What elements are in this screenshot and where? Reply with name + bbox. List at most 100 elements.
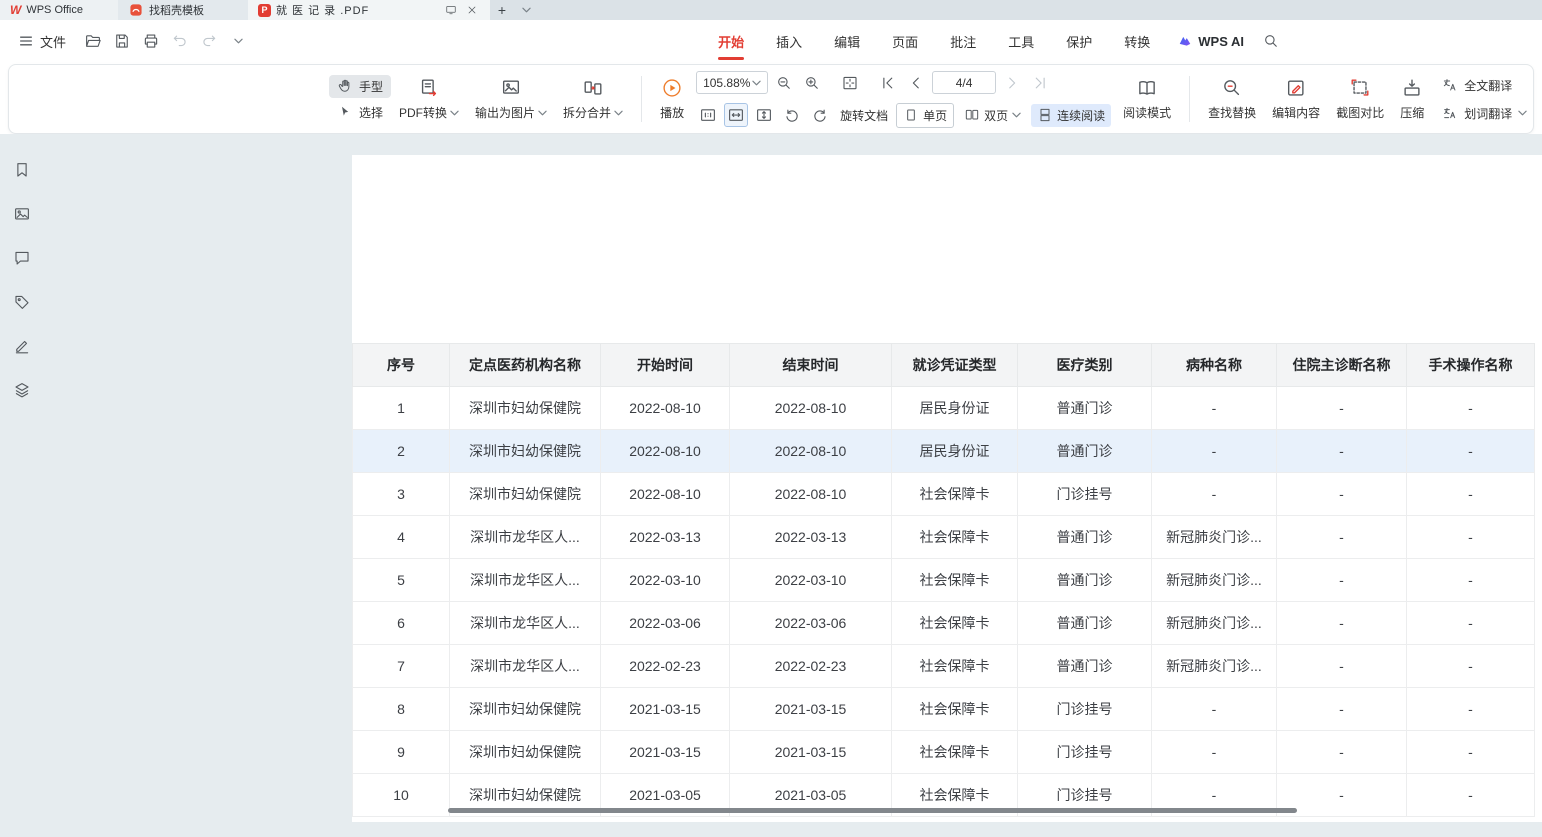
- word-translate-button[interactable]: 划词翻译: [1434, 102, 1534, 125]
- tags-panel-button[interactable]: [10, 290, 34, 314]
- monitor-icon[interactable]: [443, 2, 459, 18]
- full-translate-button[interactable]: 全文翻译: [1434, 74, 1534, 97]
- word-translate-icon: [1442, 105, 1458, 121]
- table-cell: 2022-08-10: [730, 430, 892, 473]
- zoom-in-button[interactable]: [800, 71, 824, 95]
- wps-ai-label: WPS AI: [1198, 34, 1244, 49]
- fit-width-icon: [727, 106, 745, 124]
- hand-tool-button[interactable]: 手型: [329, 75, 391, 98]
- rotate-doc-label[interactable]: 旋转文档: [840, 107, 888, 124]
- next-page-button[interactable]: [1000, 71, 1024, 95]
- column-header: 医疗类别: [1018, 344, 1152, 387]
- zoom-level-select[interactable]: 105.88%: [696, 71, 768, 94]
- file-menu-button[interactable]: 文件: [8, 20, 76, 62]
- last-page-button[interactable]: [1028, 71, 1052, 95]
- table-body: 1深圳市妇幼保健院2022-08-102022-08-10居民身份证普通门诊--…: [353, 387, 1535, 817]
- tag-icon: [13, 293, 31, 311]
- table-cell: 2: [353, 430, 450, 473]
- play-button[interactable]: 播放: [652, 77, 692, 121]
- menu-tab-protect[interactable]: 保护: [1050, 20, 1108, 62]
- signature-panel-button[interactable]: [10, 334, 34, 358]
- undo-history-dropdown[interactable]: [225, 28, 251, 54]
- fit-window-button[interactable]: [838, 71, 862, 95]
- table-row: 4深圳市龙华区人...2022-03-132022-03-13社会保障卡普通门诊…: [353, 516, 1535, 559]
- table-cell: 4: [353, 516, 450, 559]
- thumbnails-panel-button[interactable]: [10, 202, 34, 226]
- table-cell: 2021-03-15: [601, 731, 730, 774]
- prev-page-icon: [907, 74, 925, 92]
- open-file-button[interactable]: [80, 28, 106, 54]
- workspace: 序号定点医药机构名称开始时间结束时间就诊凭证类型医疗类别病种名称住院主诊断名称手…: [0, 134, 1542, 837]
- table-cell: -: [1407, 774, 1535, 817]
- rotate-right-icon: [811, 106, 829, 124]
- redo-button[interactable]: [196, 28, 222, 54]
- undo-button[interactable]: [167, 28, 193, 54]
- pdf-icon: P: [258, 4, 271, 17]
- quick-access-bar: [80, 20, 251, 62]
- table-row: 6深圳市龙华区人...2022-03-062022-03-06社会保障卡普通门诊…: [353, 602, 1535, 645]
- layers-panel-button[interactable]: [10, 378, 34, 402]
- find-replace-button[interactable]: 查找替换: [1200, 77, 1264, 121]
- first-page-button[interactable]: [876, 71, 900, 95]
- menu-tab-page[interactable]: 页面: [876, 20, 934, 62]
- pdf-convert-button[interactable]: PDF转换: [391, 77, 467, 121]
- tab-list-dropdown[interactable]: [514, 0, 538, 20]
- menu-tab-annotate[interactable]: 批注: [934, 20, 992, 62]
- wps-ai-button[interactable]: WPS AI: [1166, 20, 1256, 62]
- menu-tab-insert[interactable]: 插入: [760, 20, 818, 62]
- menubar-search-button[interactable]: [1256, 20, 1286, 62]
- table-cell: -: [1407, 430, 1535, 473]
- menu-tab-home[interactable]: 开始: [702, 20, 760, 62]
- actual-size-icon: [699, 106, 717, 124]
- fit-height-button[interactable]: [752, 103, 776, 127]
- table-cell: 深圳市龙华区人...: [450, 559, 601, 602]
- file-menu-label: 文件: [40, 32, 66, 51]
- actual-size-button[interactable]: [696, 103, 720, 127]
- table-row: 5深圳市龙华区人...2022-03-102022-03-10社会保障卡普通门诊…: [353, 559, 1535, 602]
- menu-tab-convert[interactable]: 转换: [1108, 20, 1166, 62]
- menu-tab-edit[interactable]: 编辑: [818, 20, 876, 62]
- rotate-right-button[interactable]: [808, 103, 832, 127]
- fit-width-button[interactable]: [724, 103, 748, 127]
- compress-button[interactable]: 压缩: [1392, 77, 1432, 121]
- document-title: 就 医 记 录 .PDF: [276, 2, 438, 18]
- save-button[interactable]: [109, 28, 135, 54]
- rotate-left-button[interactable]: [780, 103, 804, 127]
- export-image-button[interactable]: 输出为图片: [467, 77, 555, 121]
- tab-docer-templates[interactable]: 找稻壳模板: [118, 0, 248, 20]
- page-number-input[interactable]: 4/4: [932, 71, 996, 94]
- table-cell: -: [1407, 602, 1535, 645]
- edit-content-button[interactable]: 编辑内容: [1264, 77, 1328, 121]
- print-button[interactable]: [138, 28, 164, 54]
- menu-tab-tools[interactable]: 工具: [992, 20, 1050, 62]
- table-cell: 普通门诊: [1018, 645, 1152, 688]
- left-panel-strip: [0, 134, 44, 837]
- bookmarks-panel-button[interactable]: [10, 158, 34, 182]
- chevron-down-icon: [614, 110, 623, 116]
- tab-wps-office[interactable]: W WPS Office: [0, 0, 118, 20]
- prev-page-button[interactable]: [904, 71, 928, 95]
- undo-icon: [171, 32, 189, 50]
- close-tab-icon[interactable]: [464, 2, 480, 18]
- comments-panel-button[interactable]: [10, 246, 34, 270]
- tab-docer-label: 找稻壳模板: [149, 2, 204, 18]
- tab-document[interactable]: P 就 医 记 录 .PDF: [248, 0, 490, 20]
- zoom-and-navigation-group: 105.88%: [696, 71, 1111, 128]
- horizontal-scrollbar[interactable]: [448, 808, 1297, 813]
- table-cell: 普通门诊: [1018, 387, 1152, 430]
- word-translate-label: 划词翻译: [1464, 105, 1512, 122]
- table-cell: -: [1152, 731, 1277, 774]
- screenshot-compare-button[interactable]: 截图对比: [1328, 77, 1392, 121]
- select-tool-button[interactable]: 选择: [329, 101, 391, 124]
- double-page-button[interactable]: 双页: [958, 104, 1027, 127]
- continuous-reading-button[interactable]: 连续阅读: [1031, 104, 1111, 127]
- new-tab-button[interactable]: +: [490, 0, 514, 20]
- read-mode-button[interactable]: 阅读模式: [1115, 77, 1179, 121]
- split-merge-button[interactable]: 拆分合并: [555, 77, 631, 121]
- table-cell: 社会保障卡: [892, 516, 1018, 559]
- table-cell: 2022-03-10: [730, 559, 892, 602]
- single-page-button[interactable]: 单页: [896, 103, 954, 128]
- zoom-out-button[interactable]: [772, 71, 796, 95]
- chevron-down-icon: [752, 80, 761, 86]
- zoom-level-value: 105.88%: [703, 76, 750, 90]
